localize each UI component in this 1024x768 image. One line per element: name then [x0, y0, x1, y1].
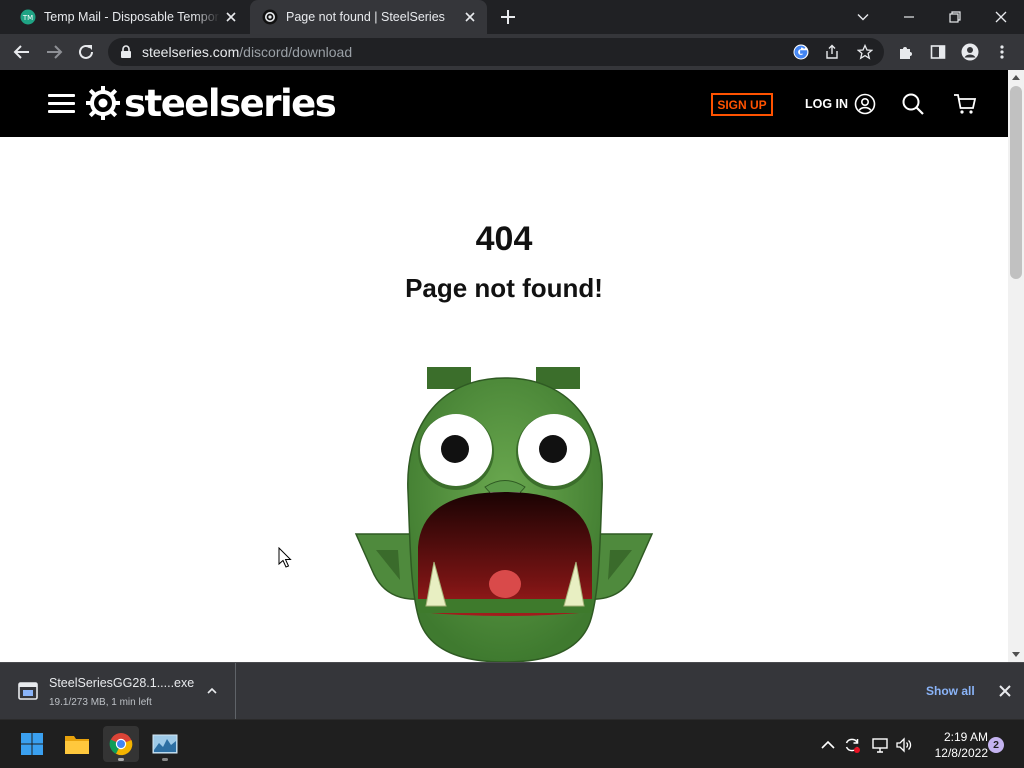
chevron-up-icon[interactable]: [819, 736, 837, 754]
svg-text:TM: TM: [22, 14, 33, 22]
close-tab-icon[interactable]: [463, 10, 477, 24]
reload-icon: [79, 44, 93, 59]
back-button[interactable]: [12, 42, 32, 62]
login-label: LOG IN: [805, 97, 849, 111]
windows-logo-icon: [21, 733, 43, 755]
chrome-icon: [109, 733, 133, 756]
url-text: steelseries.com/discord/download: [142, 44, 352, 60]
chevron-down-icon: [857, 14, 869, 21]
installer-file-icon: [18, 682, 38, 700]
clock-time: 2:19 AM: [943, 730, 988, 744]
new-tab-icon[interactable]: [499, 8, 517, 26]
clock-date: 12/8/2022: [934, 746, 988, 760]
mouse-cursor-icon: [278, 547, 292, 568]
running-app-indicator: [162, 758, 168, 761]
profile-button[interactable]: [960, 42, 980, 62]
steelseries-favicon: [262, 9, 278, 25]
scroll-down-icon[interactable]: [1012, 652, 1020, 657]
url-domain: steelseries.com: [142, 44, 240, 60]
page-scrollbar[interactable]: [1008, 70, 1024, 662]
notification-badge[interactable]: 2: [988, 737, 1004, 753]
sync-icon[interactable]: [843, 736, 861, 754]
chevron-up-icon[interactable]: [206, 685, 218, 697]
chrome-menu-button[interactable]: [992, 42, 1012, 62]
page-viewport: steelseries SIGN UP LOG IN 404 Page not …: [0, 70, 1008, 662]
windows-taskbar: 2:19 AM 12/8/2022 2: [0, 719, 1024, 768]
tab-title: Temp Mail - Disposable Temporary E: [44, 10, 220, 24]
orc-monster-illustration: [354, 367, 654, 662]
puzzle-icon: [900, 47, 912, 59]
hamburger-menu-icon[interactable]: [48, 94, 75, 114]
resource-monitor-button[interactable]: [147, 726, 183, 762]
scroll-up-icon[interactable]: [1012, 75, 1020, 80]
extensions-button[interactable]: [896, 42, 916, 62]
download-shelf: SteelSeriesGG28.1.....exe 19.1/273 MB, 1…: [0, 662, 1024, 719]
close-window-button[interactable]: [978, 0, 1024, 34]
share-icon[interactable]: [824, 44, 840, 60]
more-vertical-icon: [1000, 45, 1004, 59]
error-code: 404: [475, 220, 533, 258]
url-path: /discord/download: [239, 44, 353, 60]
network-icon[interactable]: [871, 736, 889, 754]
brand-wordmark: steelseries: [124, 81, 337, 125]
active-app-indicator: [118, 758, 124, 761]
user-icon: [854, 93, 876, 115]
bookmark-star-icon[interactable]: [857, 44, 873, 60]
side-panel-icon: [930, 45, 946, 59]
tab-strip: TM Temp Mail - Disposable Temporary E Pa…: [0, 0, 1024, 34]
restore-button[interactable]: [932, 0, 978, 34]
close-tab-icon[interactable]: [224, 10, 238, 24]
site-header: steelseries SIGN UP LOG IN: [0, 70, 1008, 137]
performance-chart-icon: [152, 734, 178, 754]
error-message: Page not found!: [405, 273, 603, 303]
back-arrow-icon: [13, 45, 29, 59]
file-explorer-button[interactable]: [59, 726, 95, 762]
signup-button[interactable]: SIGN UP: [711, 93, 773, 116]
address-bar[interactable]: steelseries.com/discord/download: [108, 38, 884, 66]
volume-icon[interactable]: [895, 736, 913, 754]
profile-icon: [961, 43, 979, 61]
search-icon[interactable]: [901, 92, 925, 116]
tempmail-favicon: TM: [20, 9, 36, 25]
forward-button[interactable]: [44, 42, 64, 62]
browser-toolbar: steelseries.com/discord/download: [0, 34, 1024, 70]
start-button[interactable]: [14, 726, 50, 762]
download-filename: SteelSeriesGG28.1.....exe: [49, 676, 195, 690]
scrollbar-thumb[interactable]: [1010, 86, 1022, 279]
chrome-taskbar-button[interactable]: [103, 726, 139, 762]
cart-icon[interactable]: [953, 92, 977, 116]
reload-button[interactable]: [76, 42, 96, 62]
forward-arrow-icon: [47, 45, 63, 59]
minimize-icon: [904, 16, 914, 18]
login-button[interactable]: LOG IN: [805, 93, 876, 115]
tab-tempmail[interactable]: TM Temp Mail - Disposable Temporary E: [8, 0, 248, 34]
close-download-shelf-icon[interactable]: [998, 684, 1012, 698]
side-panel-button[interactable]: [928, 42, 948, 62]
close-icon: [995, 11, 1007, 23]
steelseries-logo[interactable]: steelseries: [86, 81, 337, 125]
google-lens-icon[interactable]: [792, 43, 810, 61]
folder-icon: [65, 736, 89, 754]
tab-title: Page not found | SteelSeries: [286, 10, 445, 24]
download-item[interactable]: SteelSeriesGG28.1.....exe 19.1/273 MB, 1…: [0, 663, 236, 719]
system-clock[interactable]: 2:19 AM 12/8/2022: [918, 729, 988, 761]
tab-steelseries[interactable]: Page not found | SteelSeries: [250, 0, 487, 34]
lock-icon[interactable]: [120, 45, 132, 59]
tab-search-button[interactable]: [840, 0, 886, 34]
show-all-downloads-button[interactable]: Show all: [926, 684, 975, 698]
download-status: 19.1/273 MB, 1 min left: [49, 697, 152, 708]
minimize-button[interactable]: [886, 0, 932, 34]
restore-icon: [949, 11, 961, 23]
steelseries-logo-icon: [86, 86, 120, 120]
